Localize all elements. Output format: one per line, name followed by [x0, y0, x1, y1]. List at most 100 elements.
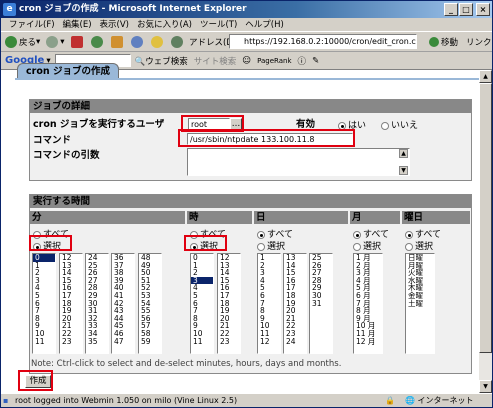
highlight-hour-select [184, 235, 227, 251]
address-input[interactable]: https://192.168.0.2:10000/cron/edit_cron… [229, 34, 417, 49]
zone-label: 🌐 インターネット [405, 396, 474, 405]
day-list[interactable]: 13 14 15 16 17 18 19 20 21 22 23 24 [283, 253, 307, 354]
status-text: root logged into Webmin 1.050 on milo (V… [15, 396, 238, 405]
scroll-down-icon[interactable]: ▼ [479, 380, 492, 393]
tab-underline [15, 78, 479, 80]
page-title-tab: cron ジョブの作成 [17, 63, 119, 79]
highlight-minute-select [29, 235, 72, 251]
radio-dot-icon [405, 242, 413, 251]
radio-dot-icon [381, 121, 389, 130]
menu-item[interactable]: お気に入り(A) [133, 18, 196, 31]
refresh-icon [90, 35, 103, 48]
list-option[interactable]: 12 [258, 337, 280, 346]
user-label: cron ジョブを実行するユーザ [33, 119, 165, 130]
radio-label: 選択 [267, 242, 286, 252]
list-option[interactable]: 23 [60, 337, 82, 346]
list-option[interactable]: 47 [112, 337, 134, 346]
info-icon[interactable]: ⓘ [298, 55, 307, 67]
column-header: 曜日 [402, 211, 470, 224]
star-icon [150, 35, 163, 48]
close-button[interactable]: × [476, 3, 490, 16]
radio-label: 選択 [363, 242, 382, 252]
hour-list[interactable]: 12 13 14 15 16 17 18 19 20 21 22 23 [217, 253, 241, 354]
highlight-command [178, 129, 355, 147]
active-no-radio[interactable]: いいえ [381, 118, 418, 131]
selected-radio[interactable]: 選択 [257, 239, 285, 252]
list-option[interactable]: 23 [218, 337, 240, 346]
schedule-header: 実行する時間 [30, 195, 471, 208]
selected-radio[interactable]: 選択 [353, 239, 381, 252]
forward-button[interactable]: ▾ [46, 35, 65, 48]
list-option[interactable]: 12 月 [354, 337, 382, 346]
forward-arrow-icon [46, 35, 59, 48]
input-textarea[interactable] [187, 148, 410, 176]
pagerank-label: PageRank [257, 56, 292, 65]
site-search-button[interactable]: サイト検索 [194, 55, 237, 67]
history-button[interactable] [170, 35, 185, 48]
back-button[interactable]: 戻る ▾ [5, 35, 40, 48]
page-icon: ▪ [3, 396, 9, 405]
input-label: コマンドの引数 [33, 150, 100, 161]
refresh-button[interactable] [90, 35, 105, 48]
minute-list[interactable]: 36 37 38 39 40 41 42 43 44 45 46 47 [111, 253, 135, 354]
radio-dot-icon [257, 242, 265, 251]
highlight-icon[interactable]: ✎ [312, 56, 319, 66]
list-option[interactable]: 11 [33, 337, 55, 346]
list-option[interactable]: 11 [191, 337, 213, 346]
status-bar: ▪ root logged into Webmin 1.050 on milo … [1, 393, 492, 407]
minimize-button[interactable]: _ [444, 3, 458, 16]
menu-item[interactable]: ツール(T) [196, 18, 241, 31]
radio-dot-icon [257, 230, 265, 239]
menu-item[interactable]: 編集(E) [59, 18, 96, 31]
list-option[interactable]: 土曜 [406, 299, 434, 308]
highlight-create [18, 370, 53, 391]
stop-button[interactable] [70, 35, 85, 48]
minute-list[interactable]: 48 49 50 51 52 53 54 55 56 57 58 59 [138, 253, 162, 354]
radio-dot-icon [405, 230, 413, 239]
links-label[interactable]: リンク [466, 36, 492, 48]
column-header: 分 [30, 211, 185, 224]
menu-bar: ファイル(F) 編集(E) 表示(V) お気に入り(A) ツール(T) ヘルプ(H) [1, 18, 492, 32]
minute-list[interactable]: 24 25 26 27 28 29 30 31 32 33 34 35 [85, 253, 109, 354]
maximize-button[interactable]: □ [459, 3, 473, 16]
go-button[interactable]: 移動 [429, 36, 458, 48]
ie-logo-icon: e [3, 3, 16, 16]
textarea-down-icon[interactable]: ▼ [399, 166, 408, 175]
search-icon [130, 35, 143, 48]
command-label: コマンド [33, 135, 72, 146]
list-option[interactable]: 35 [86, 337, 108, 346]
back-arrow-icon [5, 35, 17, 48]
hour-list[interactable]: 0 1 2 3 4 5 6 7 8 9 10 11 [190, 253, 214, 354]
column-header: 時 [187, 211, 252, 224]
search-button[interactable] [130, 35, 145, 48]
scroll-thumb[interactable] [479, 83, 492, 353]
day-list[interactable]: 25 26 27 28 29 30 31 [309, 253, 333, 354]
menu-item[interactable]: ヘルプ(H) [241, 18, 288, 31]
details-header: ジョブの詳細 [30, 100, 471, 113]
selected-radio[interactable]: 選択 [405, 239, 433, 252]
month-list[interactable]: 1 月2 月3 月4 月5 月6 月7 月8 月9 月 10 月 11 月 12 月 [353, 253, 383, 354]
radio-dot-icon [353, 230, 361, 239]
list-option[interactable]: 24 [284, 337, 306, 346]
column-header: 日 [254, 211, 348, 224]
home-button[interactable] [110, 35, 125, 48]
minute-list[interactable]: 0 1 2 3 4 5 6 7 8 9 10 11 [32, 253, 56, 354]
home-icon [110, 35, 123, 48]
web-search-button[interactable]: 🔍ウェブ検索 [135, 55, 188, 67]
vertical-scrollbar[interactable]: ▲ ▼ [479, 70, 492, 393]
history-icon [170, 35, 183, 48]
list-option[interactable]: 31 [310, 299, 332, 308]
weekday-list[interactable]: 日曜 月曜 火曜 水曜 木曜 金曜 土曜 [405, 253, 435, 354]
menu-item[interactable]: 表示(V) [96, 18, 133, 31]
menu-item[interactable]: ファイル(F) [5, 18, 59, 31]
stop-icon [70, 35, 83, 48]
minute-list[interactable]: 12 13 14 15 16 17 18 19 20 21 22 23 [59, 253, 83, 354]
list-option[interactable]: 59 [139, 337, 161, 346]
smiley-icon[interactable]: ☺ [242, 56, 251, 66]
textarea-up-icon[interactable]: ▲ [399, 149, 408, 158]
radio-dot-icon [353, 242, 361, 251]
scroll-up-icon[interactable]: ▲ [479, 70, 492, 83]
radio-label: 選択 [415, 242, 434, 252]
favorites-button[interactable] [150, 35, 165, 48]
day-list[interactable]: 1 2 3 4 5 6 7 8 9 10 11 12 [257, 253, 281, 354]
